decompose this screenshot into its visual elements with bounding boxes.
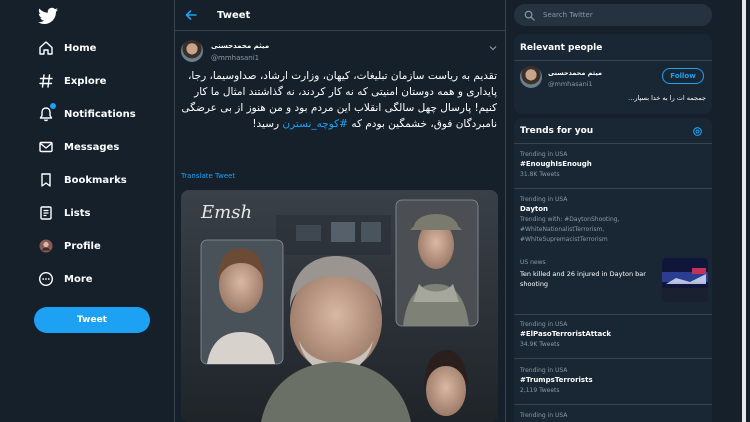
notification-badge	[50, 103, 56, 109]
trend-meta: Trending in USA	[520, 151, 568, 158]
trend-count: 31.8K Tweets	[520, 171, 560, 178]
news-headline: Ten killed and 26 injured in Dayton bar …	[520, 270, 646, 288]
trend-meta: Trending in USA	[520, 196, 568, 203]
tweet-media-image[interactable]: Emsh	[181, 190, 498, 422]
relevant-people-title: Relevant people	[520, 43, 603, 53]
list-icon	[38, 205, 54, 221]
news-thumbnail-image	[662, 258, 708, 302]
trend-item[interactable]: Trending in USA #EnoughIsEnough 31.8K Tw…	[520, 150, 706, 180]
page-title: Tweet	[217, 9, 251, 21]
trend-meta: Trending in USA	[520, 321, 568, 328]
trend-name: #TrumpsTerrorists	[520, 376, 593, 384]
nav-explore-label: Explore	[64, 75, 107, 87]
poster-logo-text: Emsh	[200, 202, 252, 223]
relevant-person-handle[interactable]: @mmhasani1	[548, 80, 593, 88]
author-handle[interactable]: @mmhasani1	[211, 54, 259, 62]
trend-name: #EnoughIsEnough	[520, 160, 592, 168]
twitter-app: Home Explore Notifications Messages Book…	[0, 0, 746, 422]
relevant-people-panel: Relevant people میثم محمدحسنی @mmhasani1…	[514, 34, 712, 114]
mail-icon	[38, 139, 54, 155]
trend-meta: Trending in USA	[520, 412, 568, 419]
trend-count: 34.9K Tweets	[520, 341, 560, 348]
relevant-person-bio: جمجمه ات را به خدا بسپار...	[628, 94, 706, 102]
search-input[interactable]	[541, 10, 705, 20]
back-arrow-icon[interactable]	[183, 7, 199, 23]
follow-button[interactable]: Follow	[662, 68, 704, 84]
bookmark-icon	[38, 172, 54, 188]
more-icon	[38, 271, 54, 287]
trend-context: Trending with: #DaytonShooting,	[520, 216, 620, 223]
nav-profile[interactable]: Profile	[38, 234, 101, 258]
tweet-text: تقدیم به ریاست سازمان تبلیغات، کیهان، وز…	[181, 68, 497, 132]
divider	[514, 314, 712, 315]
nav-messages[interactable]: Messages	[38, 135, 119, 159]
trend-name: #ElPasoTerroristAttack	[520, 330, 611, 338]
hashtag-icon	[38, 73, 54, 89]
nav-messages-label: Messages	[64, 141, 120, 153]
settings-gear-icon[interactable]	[692, 126, 703, 137]
author-avatar[interactable]	[181, 40, 203, 62]
nav-bookmarks[interactable]: Bookmarks	[38, 168, 127, 192]
chevron-down-icon[interactable]	[489, 44, 497, 52]
translate-tweet-link[interactable]: Translate Tweet	[181, 172, 235, 180]
divider	[514, 60, 712, 61]
movie-poster-illustration: Emsh	[181, 190, 498, 422]
nav-profile-label: Profile	[64, 240, 101, 252]
trend-meta: Trending in USA	[520, 367, 568, 374]
nav-more[interactable]: More	[38, 267, 93, 291]
nav-bookmarks-label: Bookmarks	[64, 174, 127, 186]
nav-explore[interactable]: Explore	[38, 69, 106, 93]
window-edge	[742, 0, 746, 422]
tweet-detail-column: Tweet میثم محمدحسنی @mmhasani1 تقدیم به …	[174, 0, 506, 422]
divider	[514, 358, 712, 359]
trend-item[interactable]: Trending in USA #ElPasoTerroristAttack 3…	[520, 320, 706, 350]
nav-notifications[interactable]: Notifications	[38, 102, 136, 126]
left-nav: Home Explore Notifications Messages Book…	[24, 0, 174, 422]
trend-count: 2,119 Tweets	[520, 387, 560, 394]
relevant-person-name[interactable]: میثم محمدحسنی	[548, 69, 602, 77]
trends-title: Trends for you	[520, 126, 594, 136]
trend-context: #WhiteNationalistTerrorism,	[520, 226, 605, 233]
trend-context: #WhiteSupremacistTerrorism	[520, 236, 608, 243]
tweet-hashtag-link[interactable]: #کوچه_نسترن	[282, 118, 348, 130]
search-bar[interactable]	[514, 4, 712, 26]
trend-item[interactable]: Trending in USA Dayton Trending with: #D…	[520, 195, 706, 245]
trends-panel: Trends for you Trending in USA #EnoughIs…	[514, 118, 712, 422]
nav-home[interactable]: Home	[38, 36, 96, 60]
nav-more-label: More	[64, 273, 93, 285]
relevant-person-avatar[interactable]	[520, 66, 542, 88]
nav-lists-label: Lists	[64, 207, 91, 219]
twitter-bird-icon[interactable]	[38, 7, 58, 25]
bell-icon	[38, 103, 56, 122]
divider	[514, 143, 712, 144]
nav-lists[interactable]: Lists	[38, 201, 90, 225]
nav-notifications-label: Notifications	[64, 108, 136, 120]
divider	[514, 404, 712, 405]
trend-name: Dayton	[520, 205, 549, 213]
author-name[interactable]: میثم محمدحسنی	[211, 42, 269, 50]
search-icon	[524, 10, 535, 21]
home-icon	[38, 40, 54, 56]
trend-item[interactable]: Trending in USA #TrumpsTerrorists 2,119 …	[520, 366, 706, 396]
nav-home-label: Home	[64, 42, 97, 54]
divider	[514, 188, 712, 189]
main-header: Tweet	[175, 0, 505, 31]
avatar-icon	[38, 238, 54, 254]
tweet-button[interactable]: Tweet	[34, 307, 150, 333]
news-item[interactable]: US news Ten killed and 26 injured in Day…	[520, 258, 708, 306]
trend-item[interactable]: Trending in USA	[520, 411, 706, 420]
tweet-text-end: رسید!	[252, 118, 280, 130]
